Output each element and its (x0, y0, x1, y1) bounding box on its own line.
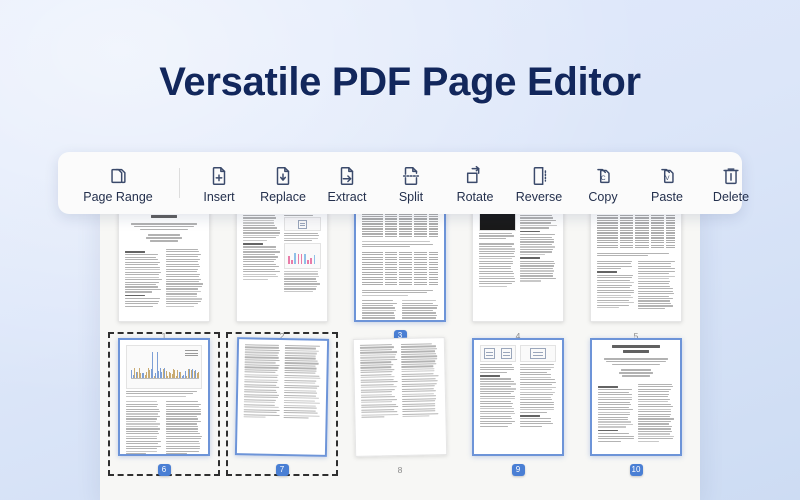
toolbar-button-replace[interactable]: Replace (251, 160, 315, 206)
page-thumbnail-image-9[interactable] (472, 338, 564, 456)
page-editor-toolbar: Page Range Insert Replace Extract Split Rotat… (58, 152, 742, 214)
page-thumbnail-6[interactable]: 6 (118, 338, 210, 456)
page-number-badge-7: 7 (276, 464, 289, 476)
toolbar-button-extract[interactable]: Extract (315, 160, 379, 206)
svg-text:C: C (601, 175, 606, 182)
page-thumbnail-7[interactable]: 7 (236, 338, 328, 456)
toolbar-label-insert: Insert (203, 191, 234, 204)
page-thumbnail-5[interactable]: 5 (590, 204, 682, 322)
toolbar-label-rotate: Rotate (457, 191, 494, 204)
toolbar-button-delete[interactable]: Delete (699, 160, 763, 206)
toolbar-button-insert[interactable]: Insert (187, 160, 251, 206)
page-number-badge-10: 10 (630, 464, 643, 476)
toolbar-button-page-range[interactable]: Page Range (64, 160, 172, 206)
page-plus-icon (208, 164, 230, 188)
svg-text:V: V (665, 175, 670, 182)
page-thumbnail-4[interactable]: 4 (472, 204, 564, 322)
page-rotate-icon (464, 164, 486, 188)
page-thumbnail-image-5[interactable] (590, 204, 682, 322)
page-number-badge-9: 9 (512, 464, 525, 476)
page-title: Versatile PDF Page Editor (0, 60, 800, 105)
page-thumbnail-image-6[interactable] (118, 338, 210, 456)
toolbar-label-extract: Extract (328, 191, 367, 204)
stacked-pages-icon (107, 164, 129, 188)
toolbar-label-page-range: Page Range (83, 191, 153, 204)
page-thumbnail-1[interactable]: 1 (118, 204, 210, 322)
page-number-badge-6: 6 (158, 464, 171, 476)
toolbar-label-reverse: Reverse (516, 191, 563, 204)
page-arrow-right-icon (336, 164, 358, 188)
toolbar-label-delete: Delete (713, 191, 749, 204)
copy-c-icon: C (592, 164, 614, 188)
toolbar-button-split[interactable]: Split (379, 160, 443, 206)
page-split-dashed-icon (400, 164, 422, 188)
page-thumbnail-8[interactable]: 8 (354, 338, 446, 456)
page-reverse-icon (528, 164, 550, 188)
toolbar-label-paste: Paste (651, 191, 683, 204)
toolbar-button-rotate[interactable]: Rotate (443, 160, 507, 206)
toolbar-label-copy: Copy (588, 191, 617, 204)
toolbar-label-split: Split (399, 191, 423, 204)
toolbar-label-replace: Replace (260, 191, 306, 204)
page-thumbnail-3[interactable]: 3 (354, 204, 446, 322)
page-thumbnail-2[interactable]: 2 (236, 204, 328, 322)
toolbar-separator (179, 168, 180, 198)
page-thumbnail-image-1[interactable] (118, 204, 210, 322)
paste-v-icon: V (656, 164, 678, 188)
toolbar-button-copy[interactable]: C Copy (571, 160, 635, 206)
page-thumbnail-image-4[interactable] (472, 204, 564, 322)
page-thumbnail-image-3[interactable] (354, 204, 446, 322)
page-thumbnail-image-7[interactable] (236, 338, 328, 456)
page-thumbnail-image-2[interactable] (236, 204, 328, 322)
toolbar-button-paste[interactable]: V Paste (635, 160, 699, 206)
page-number-badge-8: 8 (380, 464, 420, 476)
pdf-page-panel: 1 2 3 4 5 6 7 8 9 10 (100, 196, 700, 500)
page-thumbnail-9[interactable]: 9 (472, 338, 564, 456)
page-thumbnail-10[interactable]: 10 (590, 338, 682, 456)
page-thumbnail-grid[interactable]: 1 2 3 4 5 6 7 8 9 10 (100, 196, 700, 500)
page-thumbnail-image-10[interactable] (590, 338, 682, 456)
page-replace-icon (272, 164, 294, 188)
page-thumbnail-image-8[interactable] (354, 338, 446, 456)
toolbar-button-reverse[interactable]: Reverse (507, 160, 571, 206)
trash-icon (720, 164, 742, 188)
